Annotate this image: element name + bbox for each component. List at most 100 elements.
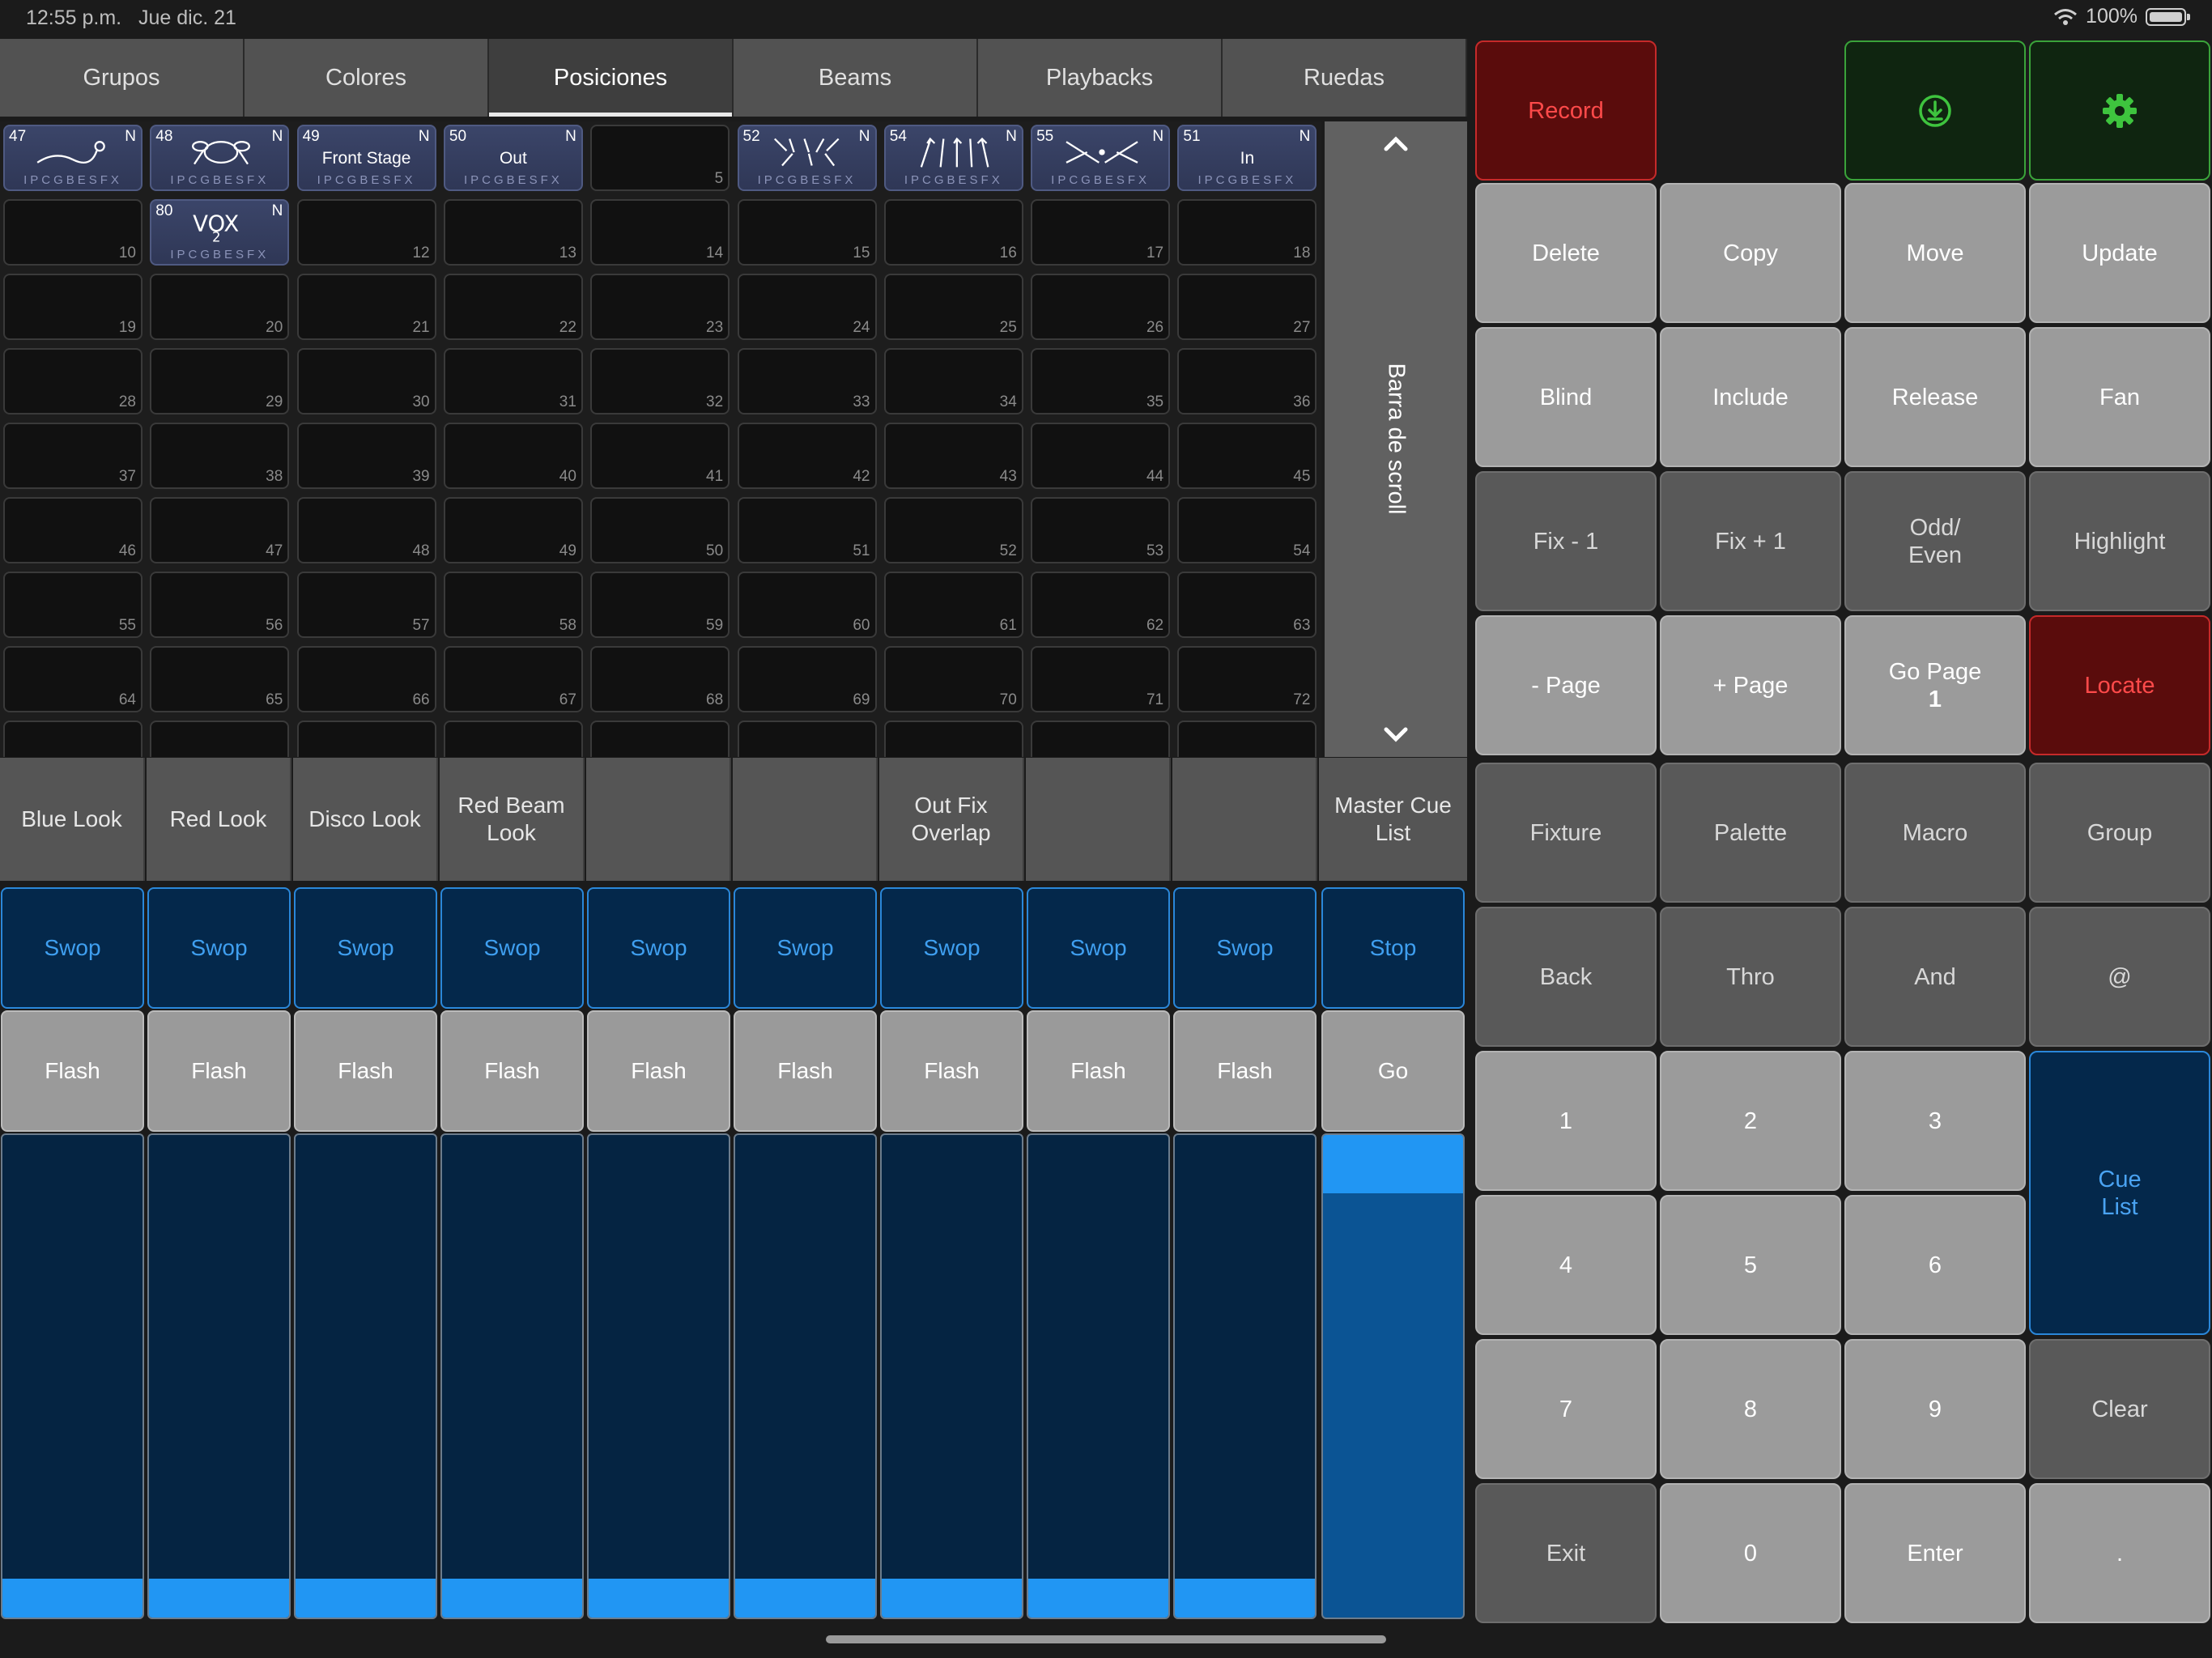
palette-cell-empty[interactable]: 40 (443, 423, 583, 489)
master-fader[interactable] (1321, 1133, 1465, 1619)
palette-cell-3[interactable]: 49 N Front Stage IPCGBESFX (296, 125, 436, 191)
flash-button-3[interactable]: Flash (294, 1010, 437, 1132)
swop-button-7[interactable]: Swop (880, 887, 1023, 1009)
palette-cell-empty[interactable]: 54 (1177, 497, 1317, 563)
home-indicator[interactable] (826, 1635, 1386, 1643)
palette-cell-empty[interactable]: 69 (737, 646, 877, 712)
palette-cell-11[interactable]: 80 N VOX 2 IPCGBESFX (150, 199, 290, 266)
key-8-button[interactable]: 8 (1660, 1339, 1841, 1479)
palette-cell-empty[interactable]: 57 (296, 572, 436, 638)
key-0-button[interactable]: 0 (1660, 1483, 1841, 1623)
palette-cell-empty[interactable]: 24 (737, 274, 877, 340)
palette-cell-empty[interactable]: 52 (883, 497, 1023, 563)
swop-button-9[interactable]: Swop (1173, 887, 1317, 1009)
flash-button-9[interactable]: Flash (1173, 1010, 1317, 1132)
palette-cell-empty[interactable]: 15 (737, 199, 877, 266)
palette-cell-empty[interactable]: 34 (883, 348, 1023, 414)
key-4-button[interactable]: 4 (1475, 1195, 1657, 1335)
palette-cell-empty[interactable]: 42 (737, 423, 877, 489)
palette-cell-empty[interactable]: 59 (590, 572, 730, 638)
move-button[interactable]: Move (1844, 183, 2026, 323)
palette-cell-empty[interactable]: 29 (150, 348, 290, 414)
fader-3[interactable] (294, 1133, 437, 1619)
key-3-button[interactable]: 3 (1844, 1051, 2026, 1191)
palette-cell-empty[interactable]: 41 (590, 423, 730, 489)
odd-even-button[interactable]: Odd/ Even (1844, 471, 2026, 611)
palette-cell-empty[interactable]: 26 (1031, 274, 1171, 340)
clear-button[interactable]: Clear (2029, 1339, 2210, 1479)
palette-cell-empty[interactable]: 79 (883, 721, 1023, 757)
palette-cell-6[interactable]: 52 N IPCGBESFX (737, 125, 877, 191)
palette-cell-7[interactable]: 54 N IPCGBESFX (883, 125, 1023, 191)
palette-cell-empty[interactable]: 63 (1177, 572, 1317, 638)
palette-cell-empty[interactable]: 28 (3, 348, 143, 414)
flash-button-1[interactable]: Flash (1, 1010, 144, 1132)
include-button[interactable]: Include (1660, 327, 1841, 467)
palette-cell-empty[interactable]: 38 (150, 423, 290, 489)
palette-cell-empty[interactable]: 80 (1031, 721, 1171, 757)
enter-button[interactable]: Enter (1844, 1483, 2026, 1623)
tab-playbacks[interactable]: Playbacks (978, 39, 1223, 117)
key-6-button[interactable]: 6 (1844, 1195, 2026, 1335)
update-button[interactable]: Update (2029, 183, 2210, 323)
swop-button-5[interactable]: Swop (587, 887, 730, 1009)
palette-cell-empty[interactable]: 73 (3, 721, 143, 757)
tab-ruedas[interactable]: Ruedas (1223, 39, 1467, 117)
palette-cell-empty[interactable]: 72 (1177, 646, 1317, 712)
palette-cell-empty[interactable]: 75 (296, 721, 436, 757)
flash-button-4[interactable]: Flash (440, 1010, 584, 1132)
palette-cell-empty[interactable]: 5 (590, 125, 730, 191)
palette-cell-empty[interactable]: 46 (3, 497, 143, 563)
palette-cell-empty[interactable]: 16 (883, 199, 1023, 266)
and-button[interactable]: And (1844, 907, 2026, 1047)
swop-button-8[interactable]: Swop (1027, 887, 1170, 1009)
palette-cell-empty[interactable]: 76 (443, 721, 583, 757)
tab-colores[interactable]: Colores (245, 39, 489, 117)
flash-button-8[interactable]: Flash (1027, 1010, 1170, 1132)
palette-cell-empty[interactable]: 65 (150, 646, 290, 712)
flash-button-5[interactable]: Flash (587, 1010, 730, 1132)
palette-cell-empty[interactable]: 49 (443, 497, 583, 563)
palette-cell-empty[interactable]: 36 (1177, 348, 1317, 414)
dot-button[interactable]: . (2029, 1483, 2210, 1623)
highlight-button[interactable]: Highlight (2029, 471, 2210, 611)
chevron-up-icon[interactable] (1380, 130, 1412, 159)
cue-list-button[interactable]: Cue List (2029, 1051, 2210, 1335)
group-button[interactable]: Group (2029, 763, 2210, 903)
palette-cell-1[interactable]: 47 N IPCGBESFX (3, 125, 143, 191)
page-plus-button[interactable]: + Page (1660, 615, 1841, 755)
key-5-button[interactable]: 5 (1660, 1195, 1841, 1335)
palette-cell-empty[interactable]: 19 (3, 274, 143, 340)
palette-cell-empty[interactable]: 60 (737, 572, 877, 638)
fader-9[interactable] (1173, 1133, 1317, 1619)
chevron-down-icon[interactable] (1380, 720, 1412, 749)
swop-button-3[interactable]: Swop (294, 887, 437, 1009)
palette-cell-empty[interactable]: 58 (443, 572, 583, 638)
release-button[interactable]: Release (1844, 327, 2026, 467)
palette-cell-empty[interactable]: 64 (3, 646, 143, 712)
key-7-button[interactable]: 7 (1475, 1339, 1657, 1479)
palette-cell-empty[interactable]: 21 (296, 274, 436, 340)
back-button[interactable]: Back (1475, 907, 1657, 1047)
palette-cell-empty[interactable]: 78 (737, 721, 877, 757)
palette-cell-empty[interactable]: 17 (1031, 199, 1171, 266)
copy-button[interactable]: Copy (1660, 183, 1841, 323)
swop-button-1[interactable]: Swop (1, 887, 144, 1009)
palette-cell-empty[interactable]: 22 (443, 274, 583, 340)
go-page-button[interactable]: Go Page 1 (1844, 615, 2026, 755)
palette-cell-empty[interactable]: 77 (590, 721, 730, 757)
fader-1[interactable] (1, 1133, 144, 1619)
palette-cell-empty[interactable]: 43 (883, 423, 1023, 489)
palette-cell-empty[interactable]: 51 (737, 497, 877, 563)
palette-cell-empty[interactable]: 45 (1177, 423, 1317, 489)
palette-cell-2[interactable]: 48 N IPCGBESFX (150, 125, 290, 191)
scroll-bar[interactable]: Barra de scroll (1325, 121, 1467, 757)
palette-cell-empty[interactable]: 55 (3, 572, 143, 638)
palette-cell-empty[interactable]: 23 (590, 274, 730, 340)
palette-cell-empty[interactable]: 56 (150, 572, 290, 638)
palette-cell-8[interactable]: 55 N IPCGBESFX (1031, 125, 1171, 191)
fader-8[interactable] (1027, 1133, 1170, 1619)
palette-cell-empty[interactable]: 70 (883, 646, 1023, 712)
palette-cell-empty[interactable]: 20 (150, 274, 290, 340)
palette-cell-empty[interactable]: 30 (296, 348, 436, 414)
